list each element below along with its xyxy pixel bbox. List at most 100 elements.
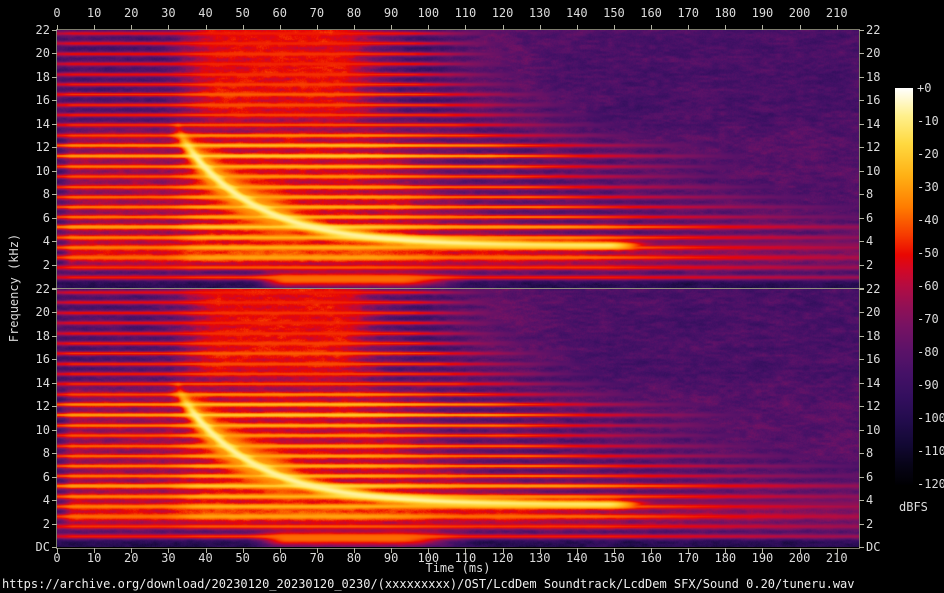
time-tick-label: 60	[273, 7, 287, 20]
freq-tick-label: 2	[18, 259, 50, 272]
colorbar-tick-label: -60	[917, 280, 939, 293]
freq-tick-mark	[52, 265, 57, 266]
freq-tick-mark	[859, 383, 864, 384]
time-tick-label: 0	[53, 7, 60, 20]
time-tick-label: 100	[417, 7, 439, 20]
freq-tick-label: 4	[866, 235, 873, 248]
freq-tick-label: 16	[866, 353, 880, 366]
time-tick-mark	[577, 25, 578, 30]
freq-tick-label: 10	[866, 424, 880, 437]
time-tick-mark	[465, 25, 466, 30]
channel-divider	[57, 288, 859, 289]
time-tick-label: 200	[789, 7, 811, 20]
spectrogram-channel-1	[57, 30, 859, 288]
colorbar-tick-label: +0	[917, 82, 931, 95]
freq-tick-mark	[859, 453, 864, 454]
time-tick-mark	[614, 25, 615, 30]
freq-tick-label: 2	[866, 259, 873, 272]
freq-tick-label: 6	[18, 212, 50, 225]
freq-tick-mark	[52, 124, 57, 125]
freq-tick-label: 8	[18, 447, 50, 460]
time-tick-label: 130	[529, 7, 551, 20]
freq-tick-label: 22	[18, 283, 50, 296]
time-tick-mark	[243, 25, 244, 30]
colorbar-unit-label: dBFS	[899, 500, 928, 514]
freq-tick-mark	[52, 547, 57, 548]
time-tick-label: 150	[603, 7, 625, 20]
colorbar-tick-label: -20	[917, 148, 939, 161]
freq-tick-label: 12	[18, 141, 50, 154]
freq-tick-label: 14	[866, 118, 880, 131]
freq-tick-label: 4	[866, 494, 873, 507]
freq-tick-mark	[859, 430, 864, 431]
freq-tick-mark	[52, 53, 57, 54]
freq-tick-label: 10	[866, 165, 880, 178]
freq-tick-mark	[859, 77, 864, 78]
time-tick-mark	[800, 25, 801, 30]
freq-tick-mark	[859, 500, 864, 501]
freq-tick-mark	[52, 453, 57, 454]
freq-tick-mark	[52, 100, 57, 101]
freq-tick-mark	[859, 336, 864, 337]
time-tick-mark	[725, 25, 726, 30]
freq-tick-mark	[52, 312, 57, 313]
time-tick-label: 70	[310, 7, 324, 20]
freq-tick-label: 4	[18, 494, 50, 507]
time-tick-label: 40	[198, 7, 212, 20]
freq-tick-mark	[859, 524, 864, 525]
time-tick-label: 110	[455, 7, 477, 20]
freq-tick-label: 2	[18, 518, 50, 531]
freq-dc-label: DC	[866, 541, 880, 554]
freq-tick-mark	[859, 312, 864, 313]
freq-tick-mark	[52, 77, 57, 78]
freq-tick-mark	[859, 30, 864, 31]
freq-tick-label: 6	[866, 212, 873, 225]
time-tick-label: 190	[752, 7, 774, 20]
freq-tick-mark	[52, 241, 57, 242]
freq-tick-mark	[52, 336, 57, 337]
freq-tick-label: 20	[18, 306, 50, 319]
freq-tick-label: 6	[18, 471, 50, 484]
freq-tick-label: 8	[18, 188, 50, 201]
colorbar-tick-label: -70	[917, 313, 939, 326]
freq-tick-label: 20	[18, 47, 50, 60]
freq-tick-label: 16	[866, 94, 880, 107]
time-tick-label: 160	[640, 7, 662, 20]
time-tick-mark	[391, 25, 392, 30]
freq-tick-mark	[859, 171, 864, 172]
time-tick-label: 140	[566, 7, 588, 20]
time-tick-label: 210	[826, 7, 848, 20]
freq-dc-label: DC	[18, 541, 50, 554]
freq-tick-label: 16	[18, 353, 50, 366]
freq-tick-label: 14	[866, 377, 880, 390]
spectrogram-window: 0010102020303040405050606070708080909010…	[0, 0, 944, 593]
time-tick-mark	[317, 25, 318, 30]
time-tick-mark	[540, 25, 541, 30]
colorbar-tick-label: -100	[917, 412, 944, 425]
freq-tick-label: 4	[18, 235, 50, 248]
freq-tick-label: 6	[866, 471, 873, 484]
freq-tick-label: 20	[866, 47, 880, 60]
colorbar-tick-label: -120	[917, 478, 944, 491]
colorbar-tick-label: -10	[917, 115, 939, 128]
freq-tick-mark	[859, 406, 864, 407]
time-tick-mark	[206, 25, 207, 30]
freq-tick-label: 22	[866, 24, 880, 37]
colorbar-tick-label: -80	[917, 346, 939, 359]
freq-tick-mark	[52, 359, 57, 360]
freq-tick-label: 10	[18, 424, 50, 437]
time-tick-mark	[280, 25, 281, 30]
dbfs-colorbar	[895, 88, 913, 485]
freq-tick-label: 12	[18, 400, 50, 413]
freq-tick-mark	[859, 100, 864, 101]
freq-tick-label: 12	[866, 400, 880, 413]
time-tick-label: 10	[87, 7, 101, 20]
freq-tick-label: 22	[18, 24, 50, 37]
freq-tick-mark	[52, 30, 57, 31]
freq-tick-mark	[859, 53, 864, 54]
freq-tick-mark	[859, 124, 864, 125]
freq-tick-mark	[52, 194, 57, 195]
time-tick-label: 30	[161, 7, 175, 20]
time-tick-mark	[168, 25, 169, 30]
freq-tick-mark	[52, 147, 57, 148]
